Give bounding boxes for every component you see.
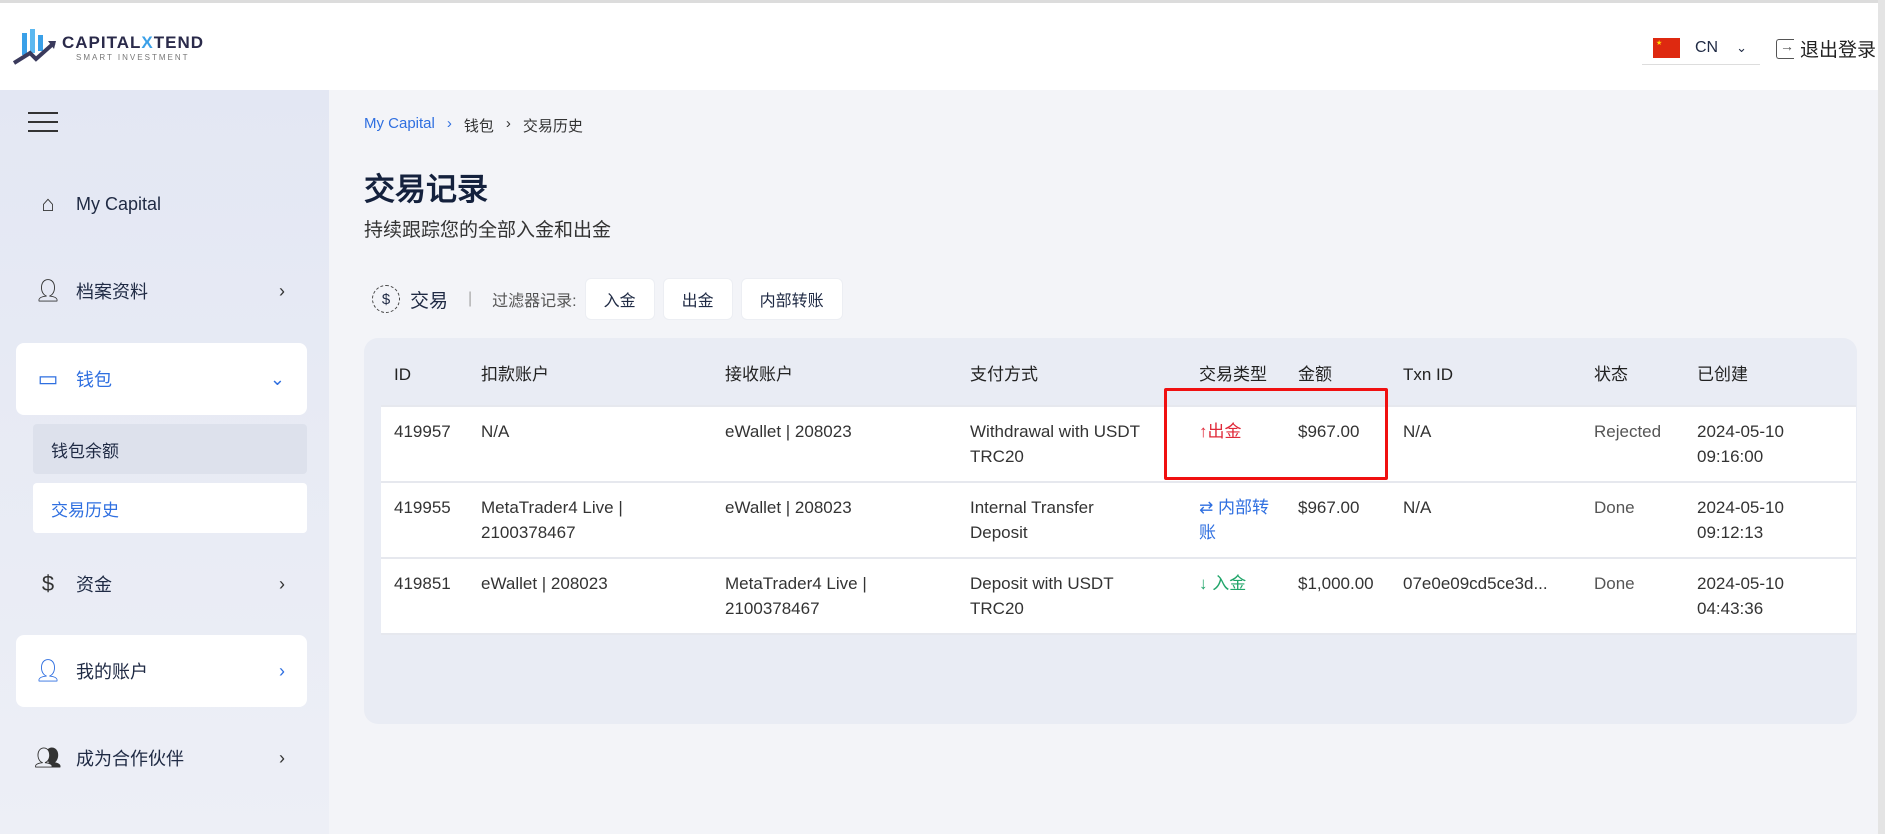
cell-txn: 07e0e09cd5ce3d... <box>1403 574 1548 593</box>
cell-to: MetaTrader4 Live | 2100378467 <box>725 574 867 618</box>
logo[interactable]: CAPITALXTEND SMART INVESTMENT <box>12 29 204 65</box>
highlight-box <box>1164 388 1388 480</box>
column-header: 扣款账户 <box>481 365 549 384</box>
chevron-right-icon: › <box>446 115 452 132</box>
cell-id: 419851 <box>394 574 451 593</box>
cell-created: 2024-05-10 09:12:13 <box>1697 498 1784 542</box>
sidebar-item-funds[interactable]: $ 资金 › <box>16 548 307 620</box>
cell-to: eWallet | 208023 <box>725 498 852 517</box>
logout-label: 退出登录 <box>1800 40 1877 61</box>
page-subtitle: 持续跟踪您的全部入金和出金 <box>364 220 612 241</box>
cell-txn: N/A <box>1403 422 1432 441</box>
table-row[interactable]: 419851 eWallet | 208023 MetaTrader4 Live… <box>381 559 1856 635</box>
arrow-down-icon: ↓ <box>1199 574 1208 593</box>
cell-from: N/A <box>481 422 510 441</box>
column-header: 接收账户 <box>725 365 793 384</box>
logout-icon <box>1776 38 1794 59</box>
chevron-right-icon: › <box>505 115 511 132</box>
filter-deposit-button[interactable]: 入金 <box>584 278 655 320</box>
cell-from: MetaTrader4 Live | 2100378467 <box>481 498 623 542</box>
cell-type: ⇄ 内部转账 <box>1199 495 1269 545</box>
table-row[interactable]: 419957 N/A eWallet | 208023 Withdrawal w… <box>381 407 1856 483</box>
transfer-icon: ⇄ <box>1199 498 1214 517</box>
table-header: ID 扣款账户 接收账户 支付方式 交易类型 金额 Txn ID 状态 已创建 <box>381 350 1856 407</box>
cell-status: Rejected <box>1594 422 1662 441</box>
cell-id: 419957 <box>394 422 451 441</box>
breadcrumb-wallet[interactable]: 钱包 <box>464 115 494 136</box>
sidebar-item-profile[interactable]: 👤︎ 档案资料 › <box>16 255 307 327</box>
cell-status: Done <box>1594 574 1635 593</box>
header: CAPITALXTEND SMART INVESTMENT CN ⌄ 退出登录 <box>0 3 1878 90</box>
sidebar-item-label: 档案资料 <box>76 282 148 302</box>
chevron-right-icon: › <box>279 280 285 301</box>
group-icon: 👥︎ <box>34 745 62 770</box>
wallet-icon: ▭ <box>37 366 59 391</box>
cell-type: ↓ 入金 <box>1199 571 1269 596</box>
cell-method: Withdrawal with USDT TRC20 <box>970 422 1140 466</box>
language-selector[interactable]: CN ⌄ <box>1642 31 1760 65</box>
chart-home-icon: ⌂ <box>41 191 55 216</box>
page-title: 交易记录 <box>364 172 488 207</box>
user-chart-icon: 👤︎ <box>34 658 62 683</box>
sidebar-item-label: 资金 <box>76 575 112 595</box>
sidebar-sub-transaction-history[interactable]: 交易历史 <box>33 483 307 533</box>
breadcrumb: My Capital › 钱包 › 交易历史 <box>364 115 583 136</box>
dollar-icon: $ <box>372 285 400 313</box>
sidebar-item-label: 我的账户 <box>76 662 148 682</box>
cell-id: 419955 <box>394 498 451 517</box>
filter-label: 过滤器记录: <box>492 293 577 310</box>
cell-method: Internal Transfer Deposit <box>970 498 1094 542</box>
chevron-right-icon: › <box>279 660 285 681</box>
chevron-right-icon: › <box>279 573 285 594</box>
sidebar-item-my-capital[interactable]: ⌂ My Capital <box>16 168 307 240</box>
sidebar-item-label: 钱包 <box>76 370 112 390</box>
breadcrumb-my-capital[interactable]: My Capital <box>364 115 435 136</box>
sidebar: ⌂ My Capital 👤︎ 档案资料 › ▭ 钱包 ⌄ 钱包余额 交易历史 $ 资金 › … <box>0 90 329 834</box>
transactions-table: ID 扣款账户 接收账户 支付方式 交易类型 金额 Txn ID 状态 已创建 … <box>381 350 1856 635</box>
sidebar-item-wallet[interactable]: ▭ 钱包 ⌄ <box>16 343 307 415</box>
logo-text: CAPITALXTEND <box>62 32 205 52</box>
cell-method: Deposit with USDT TRC20 <box>970 574 1114 618</box>
table-row[interactable]: 419955 MetaTrader4 Live | 2100378467 eWa… <box>381 483 1856 559</box>
cell-from: eWallet | 208023 <box>481 574 608 593</box>
sidebar-item-label: My Capital <box>76 193 162 214</box>
column-header: ID <box>394 365 411 384</box>
scrollbar[interactable] <box>1878 0 1885 834</box>
chevron-down-icon: ⌄ <box>1736 39 1748 55</box>
transactions-label: 交易 <box>410 290 449 312</box>
logo-icon <box>12 29 56 65</box>
logout-button[interactable]: 退出登录 <box>1776 35 1876 62</box>
money-hand-icon: $ <box>41 571 55 596</box>
sidebar-sub-wallet-balance[interactable]: 钱包余额 <box>33 424 307 474</box>
cell-created: 2024-05-10 04:43:36 <box>1697 574 1784 618</box>
chevron-down-icon: ⌄ <box>269 368 285 389</box>
type-label: 入金 <box>1212 574 1247 593</box>
breadcrumb-current: 交易历史 <box>522 118 583 135</box>
sidebar-item-my-accounts[interactable]: 👤︎ 我的账户 › <box>16 635 307 707</box>
filter-withdrawal-button[interactable]: 出金 <box>662 278 733 320</box>
hamburger-menu-icon[interactable] <box>28 112 58 132</box>
language-code: CN <box>1695 38 1719 56</box>
cell-created: 2024-05-10 09:16:00 <box>1697 422 1784 466</box>
cell-to: eWallet | 208023 <box>725 422 852 441</box>
divider: | <box>468 290 473 307</box>
user-icon: 👤︎ <box>34 278 62 303</box>
logo-tagline: SMART INVESTMENT <box>76 52 190 62</box>
cell-amount: $967.00 <box>1298 498 1360 517</box>
cell-txn: N/A <box>1403 498 1432 517</box>
filter-bar: $ 交易 | 过滤器记录: 入金 出金 内部转账 <box>372 278 851 320</box>
column-header: 交易类型 <box>1199 365 1267 384</box>
chevron-right-icon: › <box>279 747 285 768</box>
column-header: 已创建 <box>1697 365 1748 384</box>
filter-internal-transfer-button[interactable]: 内部转账 <box>740 278 843 320</box>
cell-amount: $1,000.00 <box>1298 574 1374 593</box>
column-header: 金额 <box>1298 365 1332 384</box>
sidebar-item-partner[interactable]: 👥︎ 成为合作伙伴 › <box>16 722 307 794</box>
column-header: 状态 <box>1594 365 1628 384</box>
column-header: Txn ID <box>1403 365 1454 384</box>
cell-status: Done <box>1594 498 1635 517</box>
sidebar-item-label: 成为合作伙伴 <box>76 749 184 769</box>
column-header: 支付方式 <box>970 365 1038 384</box>
china-flag-icon <box>1653 37 1680 58</box>
